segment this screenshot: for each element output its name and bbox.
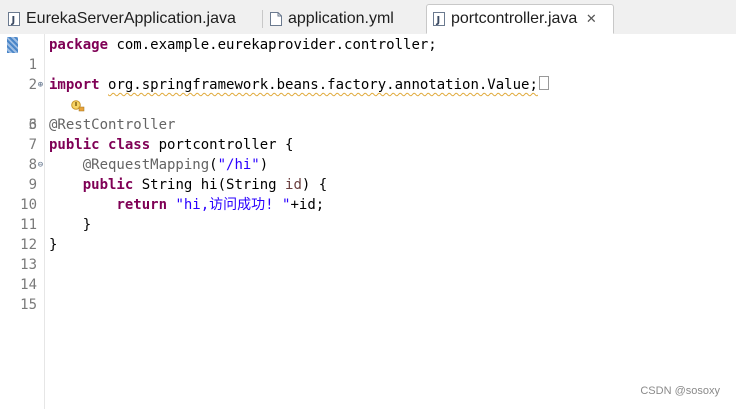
unused-import-warning[interactable]: org.springframework.beans.factory.annota…: [108, 77, 538, 93]
collapsed-imports-box[interactable]: [538, 76, 549, 90]
code-text: com.example.eurekaprovider.controller;: [108, 37, 437, 53]
keyword: public: [82, 177, 134, 193]
annotation: @RequestMapping: [82, 157, 210, 173]
code-line[interactable]: 6: [0, 95, 736, 133]
keyword: package: [49, 37, 109, 53]
expand-fold-icon[interactable]: ⊕: [36, 75, 45, 95]
code-line[interactable]: 2: [0, 55, 736, 93]
code-line[interactable]: 15: [0, 275, 736, 313]
code-line[interactable]: 7 @RestController: [0, 115, 736, 153]
warning-icon[interactable]: [4, 78, 85, 112]
svg-text:J: J: [436, 15, 441, 26]
code-text: }: [49, 237, 58, 253]
code-line[interactable]: 13 }: [0, 235, 736, 273]
code-line[interactable]: 8 public class portcontroller {: [0, 135, 736, 173]
tab-separator: [262, 10, 263, 28]
code-text: ) {: [301, 177, 328, 193]
code-editor[interactable]: 1 package com.example.eurekaprovider.con…: [0, 34, 736, 409]
code-line[interactable]: 1 package com.example.eurekaprovider.con…: [0, 35, 736, 73]
tab-label: EurekaServerApplication.java: [26, 10, 236, 27]
code-line[interactable]: 10 public String hi(String id) {: [0, 175, 736, 213]
yml-file-icon: [270, 12, 282, 26]
code-text: }: [49, 217, 92, 233]
collapse-fold-icon[interactable]: ⊖: [36, 155, 45, 175]
watermark: CSDN @sosoxy: [640, 385, 720, 397]
keyword: class: [108, 137, 151, 153]
code-text: +id;: [290, 197, 325, 213]
tab-portcontroller[interactable]: J portcontroller.java ✕: [426, 4, 614, 34]
code-line[interactable]: 11 return "hi,访问成功! "+id;: [0, 195, 736, 233]
svg-text:J: J: [11, 15, 16, 26]
tab-label: application.yml: [288, 10, 394, 27]
java-file-icon: J: [433, 12, 445, 26]
editor-tab-bar: J EurekaServerApplication.java applicati…: [0, 0, 736, 35]
code-text: (: [209, 157, 218, 173]
close-icon[interactable]: ✕: [585, 11, 597, 27]
keyword: import: [49, 77, 100, 93]
code-text: String hi(String: [133, 177, 286, 193]
annotation: @RestController: [49, 117, 176, 133]
code-text: portcontroller {: [150, 137, 294, 153]
line-number: 15: [20, 297, 37, 313]
code-line[interactable]: 12 }: [0, 215, 736, 253]
keyword: public: [49, 137, 100, 153]
code-line[interactable]: 14: [0, 255, 736, 293]
parameter: id: [285, 177, 302, 193]
code-line[interactable]: 9 ⊖ @RequestMapping("/hi"): [0, 155, 736, 193]
tab-application-yml[interactable]: application.yml: [270, 4, 420, 34]
string-literal: "/hi": [217, 157, 260, 173]
tab-eureka-server-application[interactable]: J EurekaServerApplication.java: [8, 4, 256, 34]
java-file-icon: J: [8, 12, 20, 26]
code-text: ): [259, 157, 269, 173]
keyword: return: [116, 197, 168, 213]
string-literal: "hi,访问成功! ": [175, 197, 291, 213]
eclipse-editor-window: J EurekaServerApplication.java applicati…: [0, 0, 736, 409]
code-line[interactable]: 3 ⊕ import org.springframework.beans.fac…: [0, 75, 736, 133]
tab-label: portcontroller.java: [451, 10, 578, 27]
